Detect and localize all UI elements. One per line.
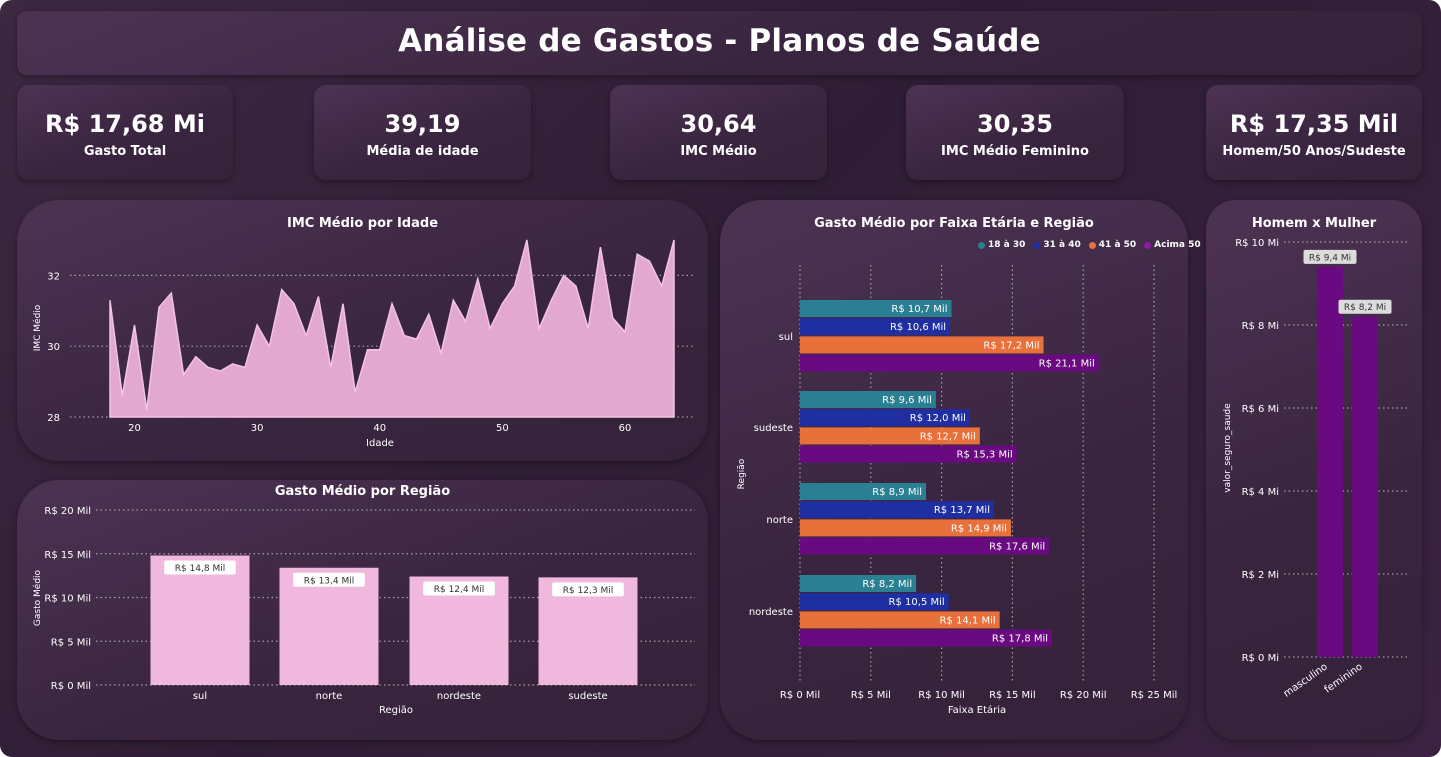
title-bar: Análise de Gastos - Planos de Saúde xyxy=(17,11,1422,75)
kpi-label: Homem/50 Anos/Sudeste xyxy=(1222,144,1406,159)
panel-imc-idade: IMC Médio por Idade xyxy=(17,200,708,461)
kpi-gasto-total: R$ 17,68 Mi Gasto Total xyxy=(17,85,233,180)
legend-item: Acima 50 xyxy=(1144,240,1201,250)
chart-legend: 18 à 30 31 à 40 41 à 50 Acima 50 xyxy=(978,240,1201,250)
legend-item: 31 à 40 xyxy=(1033,240,1081,250)
legend-label: Acima 50 xyxy=(1154,240,1201,250)
chart-title: IMC Médio por Idade xyxy=(286,216,439,231)
legend-label: 31 à 40 xyxy=(1043,240,1081,250)
kpi-value: R$ 17,68 Mi xyxy=(45,110,205,138)
kpi-value: 30,64 xyxy=(680,110,757,138)
chart-title: Gasto Médio por Região xyxy=(274,484,451,499)
panel-homem-mulher: Homem x Mulher xyxy=(1206,200,1422,740)
legend-item: 18 à 30 xyxy=(978,240,1025,250)
chart-title: Gasto Médio por Faixa Etária e Região xyxy=(814,216,1094,231)
kpi-imc-feminino: 30,35 IMC Médio Feminino xyxy=(906,85,1124,180)
legend-swatch xyxy=(978,241,985,249)
panel-gasto-regiao: Gasto Médio por Região xyxy=(17,480,708,740)
kpi-value: 30,35 xyxy=(977,110,1053,138)
kpi-imc-medio: 30,64 IMC Médio xyxy=(610,85,827,180)
legend-swatch xyxy=(1033,241,1041,249)
legend-swatch xyxy=(1144,241,1152,249)
legend-label: 18 à 30 xyxy=(988,240,1026,250)
kpi-label: IMC Médio Feminino xyxy=(941,144,1089,159)
chart-title: Homem x Mulher xyxy=(1251,216,1377,231)
legend-swatch xyxy=(1088,241,1096,249)
dashboard: Análise de Gastos - Planos de Saúde R$ 1… xyxy=(0,0,1441,757)
panel-gasto-faixa-regiao: Gasto Médio por Faixa Etária e Região xyxy=(720,200,1188,740)
kpi-value: 39,19 xyxy=(384,110,461,138)
kpi-homem-50-sudeste: R$ 17,35 Mil Homem/50 Anos/Sudeste xyxy=(1206,85,1422,180)
legend-label: 41 à 50 xyxy=(1098,240,1137,250)
kpi-media-idade: 39,19 Média de idade xyxy=(314,85,531,180)
page-title: Análise de Gastos - Planos de Saúde xyxy=(398,23,1041,59)
kpi-label: Gasto Total xyxy=(83,144,167,159)
legend-item: 41 à 50 xyxy=(1088,240,1137,250)
kpi-label: Média de idade xyxy=(366,144,479,159)
kpi-value: R$ 17,35 Mil xyxy=(1229,110,1399,138)
kpi-label: IMC Médio xyxy=(680,144,757,159)
